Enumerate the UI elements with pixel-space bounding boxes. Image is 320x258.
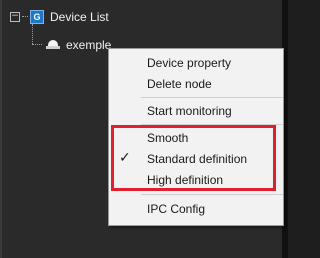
- highlight-annotation: [111, 125, 276, 191]
- tree-child-node[interactable]: exemple: [46, 38, 111, 52]
- collapse-toggle-icon[interactable]: −: [10, 12, 20, 22]
- menu-item-label: Delete node: [147, 77, 212, 91]
- device-list-icon: G: [30, 10, 44, 24]
- tree-connector: [22, 16, 28, 18]
- menu-item-start-monitoring[interactable]: Start monitoring: [109, 101, 283, 122]
- tree-root-label[interactable]: Device List: [50, 9, 109, 25]
- tree-guide-line: [32, 24, 33, 44]
- dome-camera-icon: [46, 39, 60, 51]
- tree-guide-line: [32, 44, 42, 45]
- menu-separator: [141, 97, 283, 98]
- menu-item-label: IPC Config: [147, 202, 206, 216]
- menu-item-device-property[interactable]: Device property: [109, 53, 283, 74]
- menu-item-label: Start monitoring: [147, 104, 232, 118]
- menu-item-ipc-config[interactable]: IPC Config: [109, 199, 283, 220]
- tree-root-node[interactable]: − G Device List: [10, 9, 109, 25]
- tree-child-label[interactable]: exemple: [66, 38, 111, 52]
- menu-item-delete-node[interactable]: Delete node: [109, 74, 283, 95]
- menu-item-label: Device property: [147, 56, 232, 70]
- menu-separator: [141, 194, 283, 195]
